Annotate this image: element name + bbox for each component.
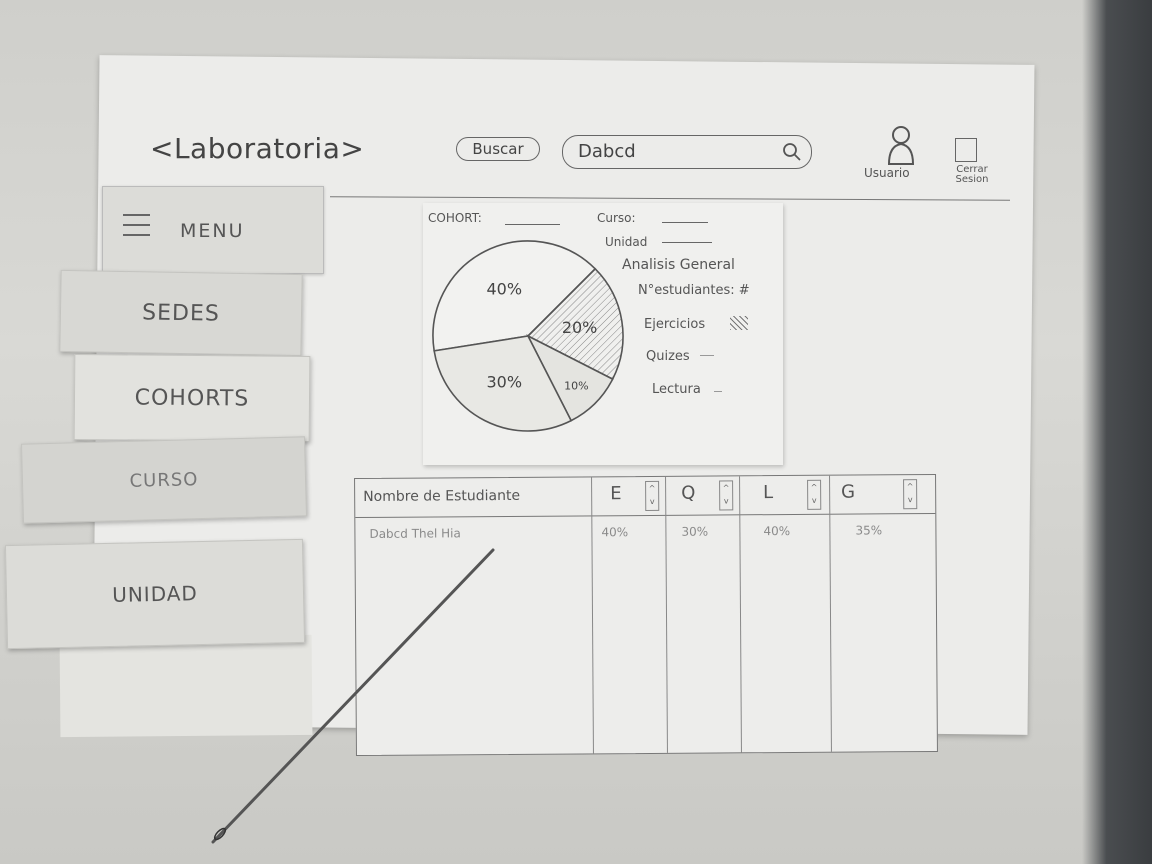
sidebar-item-label: COHORTS — [134, 385, 250, 411]
sort-l-icon[interactable]: ^ v — [807, 479, 822, 510]
logout-icon[interactable] — [955, 138, 977, 162]
pie-slice-label: 40% — [486, 279, 522, 298]
pie-slice-label: 30% — [486, 373, 522, 392]
curso-label[interactable]: Curso: — [597, 211, 636, 225]
sidebar-item-sedes[interactable]: SEDES — [59, 269, 303, 357]
background-edge — [1082, 0, 1152, 864]
column-divider — [665, 476, 668, 753]
quizes-legend: Quizes — [646, 349, 690, 364]
header-nombre[interactable]: Nombre de Estudiante — [363, 488, 520, 505]
header-e[interactable]: E — [610, 483, 622, 504]
header-g[interactable]: G — [841, 482, 855, 503]
students-count: N°estudiantes: # — [638, 283, 750, 298]
sidebar-item-unidad[interactable]: UNIDAD — [4, 538, 306, 650]
hamburger-icon[interactable] — [120, 210, 152, 240]
header-q[interactable]: Q — [681, 483, 695, 504]
sort-g-icon[interactable]: ^ v — [903, 479, 918, 510]
sidebar-item-curso[interactable]: CURSO — [21, 436, 307, 524]
cell-e: 40% — [601, 525, 629, 540]
students-table: Nombre de Estudiante E ^ v Q ^ v L ^ v G ^ v… — [354, 473, 938, 757]
quizes-swatch — [700, 355, 714, 356]
header-l[interactable]: L — [763, 482, 773, 503]
pie-slice-label: 10% — [564, 379, 588, 392]
cell-g: 35% — [855, 523, 883, 538]
cell-q: 30% — [681, 524, 709, 539]
sidebar-item-label: SEDES — [141, 299, 221, 327]
unidad-blank — [662, 242, 712, 243]
cohort-blank — [505, 224, 560, 225]
sidebar-item-label: UNIDAD — [111, 581, 199, 607]
ejercicios-legend: Ejercicios — [644, 317, 706, 332]
column-divider — [739, 476, 742, 753]
cell-l: 40% — [763, 523, 791, 539]
sort-e-icon[interactable]: ^ v — [645, 480, 660, 512]
search-icon[interactable] — [782, 142, 802, 162]
column-divider — [829, 475, 832, 752]
sidebar-paper-edge — [59, 634, 313, 738]
app-logo[interactable]: <Laboratoria> — [150, 132, 364, 165]
ejercicios-swatch — [730, 316, 748, 330]
pie-chart: 40% 20% 10% 30% — [432, 240, 624, 432]
cohort-label[interactable]: COHORT: — [428, 211, 482, 225]
user-icon[interactable] — [884, 124, 918, 166]
sidebar-item-label: CURSO — [129, 468, 199, 492]
sort-q-icon[interactable]: ^ v — [719, 480, 734, 511]
curso-blank — [662, 222, 708, 223]
cell-nombre: Dabcd Thel Hia — [369, 526, 461, 541]
lectura-legend: Lectura — [652, 382, 701, 397]
search-button[interactable]: Buscar — [456, 137, 540, 161]
search-input-value: Dabcd — [578, 141, 636, 162]
menu-label: MENU — [180, 220, 245, 242]
user-label: Usuario — [864, 166, 910, 180]
lectura-swatch — [714, 391, 722, 392]
sidebar-item-cohorts[interactable]: COHORTS — [73, 353, 311, 443]
logout-label: Cerrar Sesion — [955, 164, 989, 185]
analysis-title: Analisis General — [622, 257, 735, 273]
column-divider — [591, 477, 594, 754]
pie-slice-label: 20% — [562, 318, 598, 337]
